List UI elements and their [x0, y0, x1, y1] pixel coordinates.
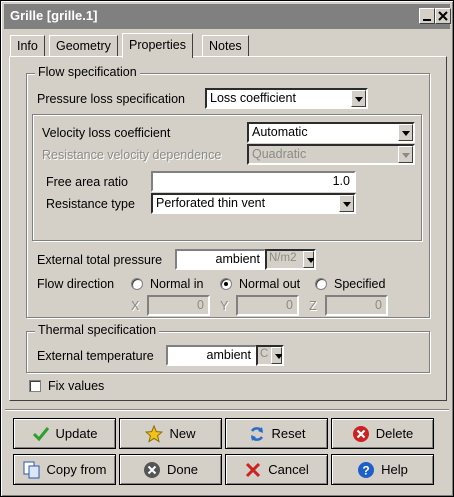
- chevron-down-icon: [271, 347, 282, 364]
- z-input[interactable]: 0: [325, 295, 388, 316]
- radio-normal-in[interactable]: [131, 278, 143, 290]
- svg-text:?: ?: [362, 463, 369, 477]
- thermal-specification-title: Thermal specification: [35, 323, 160, 337]
- divider: [5, 409, 449, 411]
- temperature-unit-select[interactable]: C: [256, 345, 284, 366]
- copy-icon: [23, 461, 41, 479]
- fix-values-label: Fix values: [48, 379, 105, 393]
- update-button[interactable]: Update: [13, 418, 116, 449]
- done-icon: [143, 461, 161, 479]
- tab-notes[interactable]: Notes: [202, 35, 249, 56]
- cancel-button[interactable]: Cancel: [225, 454, 328, 485]
- tab-info[interactable]: Info: [10, 35, 45, 56]
- delete-button-label: Delete: [375, 426, 414, 441]
- radio-specified[interactable]: [315, 278, 327, 290]
- resistance-type-value: Perforated thin vent: [156, 196, 266, 210]
- x-input[interactable]: 0: [147, 295, 210, 316]
- update-button-label: Update: [55, 426, 98, 441]
- title-bar[interactable]: Grille [grille.1]: [4, 4, 451, 29]
- pressure-loss-value: Loss coefficient: [210, 91, 296, 105]
- chevron-down-icon: [398, 124, 413, 141]
- fix-values-checkbox[interactable]: [29, 380, 41, 392]
- flow-direction-label: Flow direction: [37, 277, 115, 291]
- checkmark-icon: [32, 425, 50, 443]
- chevron-down-icon: [339, 195, 354, 212]
- temperature-unit-value: C: [260, 348, 269, 360]
- new-button-label: New: [169, 426, 196, 441]
- delete-icon: [352, 425, 370, 443]
- pressure-unit-value: N/m2: [269, 252, 297, 264]
- chevron-down-icon: [303, 251, 314, 268]
- help-button-label: Help: [381, 462, 408, 477]
- normal-out-label: Normal out: [239, 277, 301, 291]
- radio-normal-out[interactable]: [220, 278, 232, 290]
- new-button[interactable]: New: [119, 418, 222, 449]
- specified-label: Specified: [334, 277, 386, 291]
- pressure-unit-select[interactable]: N/m2: [265, 249, 316, 270]
- pressure-loss-label: Pressure loss specification: [37, 92, 185, 106]
- free-area-ratio-input[interactable]: 1.0: [151, 171, 356, 192]
- reset-button[interactable]: Reset: [225, 418, 328, 449]
- resistance-dependence-value: Quadratic: [252, 147, 307, 161]
- reset-button-label: Reset: [271, 426, 306, 441]
- done-button-label: Done: [166, 462, 199, 477]
- x-label: X: [131, 299, 140, 313]
- resistance-type-select[interactable]: Perforated thin vent: [151, 193, 356, 214]
- delete-button[interactable]: Delete: [331, 418, 434, 449]
- tab-geometry[interactable]: Geometry: [49, 35, 118, 56]
- external-temperature-label: External temperature: [37, 349, 154, 363]
- resistance-type-label: Resistance type: [46, 197, 135, 211]
- velocity-loss-value: Automatic: [252, 125, 308, 139]
- y-label: Y: [220, 299, 229, 313]
- flow-specification-title: Flow specification: [35, 65, 140, 79]
- minimize-icon: [423, 19, 431, 21]
- chevron-down-icon: [351, 90, 366, 107]
- free-area-ratio-label: Free area ratio: [46, 175, 128, 189]
- help-icon: ?: [357, 461, 375, 479]
- star-icon: [145, 424, 164, 443]
- external-pressure-label: External total pressure: [37, 253, 163, 267]
- cancel-icon: [244, 461, 262, 479]
- tab-properties[interactable]: Properties: [122, 33, 193, 58]
- copy-from-button-label: Copy from: [46, 462, 107, 477]
- close-button[interactable]: [435, 8, 451, 24]
- dialog-window: Grille [grille.1] Info Geometry Properti…: [0, 0, 454, 497]
- z-label: Z: [309, 299, 317, 313]
- copy-from-button[interactable]: Copy from: [13, 454, 116, 485]
- velocity-loss-select[interactable]: Automatic: [247, 122, 415, 143]
- pressure-loss-select[interactable]: Loss coefficient: [205, 88, 368, 109]
- resistance-dependence-label: Resistance velocity dependence: [42, 148, 222, 162]
- help-button[interactable]: ? Help: [331, 454, 434, 485]
- external-pressure-input[interactable]: ambient: [175, 249, 266, 270]
- done-button[interactable]: Done: [119, 454, 222, 485]
- y-input[interactable]: 0: [236, 295, 299, 316]
- reset-icon: [248, 425, 266, 443]
- window-title: Grille [grille.1]: [10, 8, 98, 23]
- resistance-dependence-select[interactable]: Quadratic: [247, 144, 415, 165]
- chevron-down-icon: [398, 146, 413, 163]
- cancel-button-label: Cancel: [268, 462, 309, 477]
- minimize-button[interactable]: [419, 8, 435, 24]
- velocity-loss-label: Velocity loss coefficient: [42, 126, 171, 140]
- normal-in-label: Normal in: [150, 277, 204, 291]
- close-icon: [438, 11, 448, 21]
- external-temperature-input[interactable]: ambient: [166, 345, 257, 366]
